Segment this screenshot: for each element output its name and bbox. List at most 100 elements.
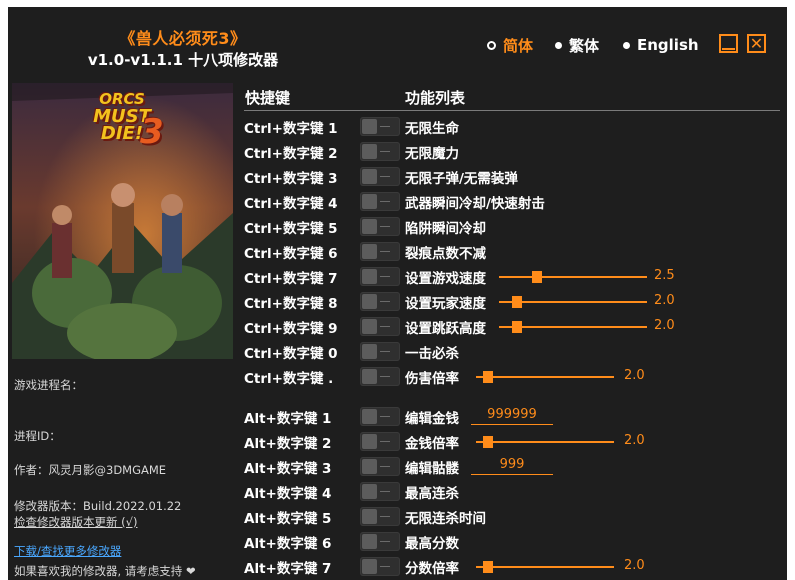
slider-value: 2.0 — [654, 293, 675, 308]
feature-label: 设置游戏速度 — [405, 271, 486, 287]
toggle-knob — [362, 169, 377, 184]
value-input[interactable]: 999 — [471, 457, 553, 475]
cheat-row: Ctrl+数字键 0 一击必杀 — [244, 340, 784, 362]
value-input[interactable]: 999999 — [471, 407, 553, 425]
toggle-track — [380, 491, 390, 492]
cheat-row: Ctrl+数字键 6 裂痕点数不减 — [244, 240, 784, 262]
hotkey-label: Alt+数字键 5 — [244, 511, 332, 527]
cheat-toggle[interactable] — [360, 317, 400, 336]
feature-label: 陷阱瞬间冷却 — [405, 221, 486, 237]
close-button[interactable]: ✕ — [747, 34, 766, 53]
feature-label: 设置玩家速度 — [405, 296, 486, 312]
cheat-row: Alt+数字键 7 分数倍率 2.0 — [244, 555, 784, 577]
cheat-row: Alt+数字键 3 编辑骷髅 999 — [244, 455, 784, 477]
value-slider[interactable] — [499, 321, 647, 333]
version-label: 修改器版本：Build.2022.01.22 — [14, 499, 182, 513]
cheat-row: Ctrl+数字键 2 无限魔力 — [244, 140, 784, 162]
slider-thumb[interactable] — [532, 271, 543, 283]
toggle-track — [380, 516, 390, 517]
radio-dot-icon — [555, 41, 562, 49]
minimize-button[interactable] — [719, 34, 738, 53]
value-slider[interactable] — [476, 561, 614, 573]
hotkey-label: Ctrl+数字键 0 — [244, 346, 338, 362]
toggle-knob — [362, 509, 377, 524]
hotkey-label: Ctrl+数字键 7 — [244, 271, 338, 287]
hotkey-label: Ctrl+数字键 6 — [244, 246, 338, 262]
cheat-row: Alt+数字键 5 无限连杀时间 — [244, 505, 784, 527]
toggle-knob — [362, 319, 377, 334]
lang-simplified-option[interactable]: 简体 — [487, 35, 533, 55]
cheat-toggle[interactable] — [360, 532, 400, 551]
feature-label: 最高连杀 — [405, 486, 459, 502]
toggle-track — [380, 416, 390, 417]
cheat-toggle[interactable] — [360, 167, 400, 186]
check-update-link[interactable]: 检查修改器版本更新 (√) — [14, 514, 137, 530]
cheat-row: Alt+数字键 1 编辑金钱 999999 — [244, 405, 784, 427]
cheat-row: Ctrl+数字键 8 设置玩家速度 2.0 — [244, 290, 784, 312]
cheat-toggle[interactable] — [360, 242, 400, 261]
toggle-knob — [362, 269, 377, 284]
toggle-knob — [362, 459, 377, 474]
slider-thumb[interactable] — [511, 321, 522, 333]
cheat-row: Ctrl+数字键 3 无限子弹/无需装弹 — [244, 165, 784, 187]
toggle-track — [380, 201, 390, 202]
hotkey-label: Ctrl+数字键 4 — [244, 196, 338, 212]
toggle-knob — [362, 144, 377, 159]
hotkey-label: Alt+数字键 1 — [244, 411, 332, 427]
hotkey-label: Ctrl+数字键 9 — [244, 321, 338, 337]
cheat-toggle[interactable] — [360, 432, 400, 451]
slider-thumb[interactable] — [511, 296, 522, 308]
toggle-track — [380, 541, 390, 542]
cheat-toggle[interactable] — [360, 507, 400, 526]
cheat-row: Alt+数字键 2 金钱倍率 2.0 — [244, 430, 784, 452]
cheat-toggle[interactable] — [360, 482, 400, 501]
toggle-knob — [362, 534, 377, 549]
slider-thumb[interactable] — [483, 371, 494, 383]
cheat-row: Ctrl+数字键 7 设置游戏速度 2.5 — [244, 265, 784, 287]
toggle-track — [380, 251, 390, 252]
value-slider[interactable] — [476, 436, 614, 448]
lang-english-option[interactable]: English — [623, 35, 699, 55]
feature-label: 无限生命 — [405, 121, 459, 137]
feature-label: 一击必杀 — [405, 346, 459, 362]
cheat-toggle[interactable] — [360, 267, 400, 286]
value-slider[interactable] — [499, 296, 647, 308]
cheat-toggle[interactable] — [360, 292, 400, 311]
cheat-row: Ctrl+数字键 4 武器瞬间冷却/快速射击 — [244, 190, 784, 212]
slider-thumb[interactable] — [483, 561, 494, 573]
toggle-knob — [362, 409, 377, 424]
hotkey-column-header: 快捷键 — [245, 89, 291, 107]
toggle-track — [380, 176, 390, 177]
cheat-toggle[interactable] — [360, 557, 400, 576]
feature-column-header: 功能列表 — [405, 89, 466, 107]
process-id-label: 进程ID： — [14, 429, 61, 443]
cheat-toggle[interactable] — [360, 142, 400, 161]
slider-thumb[interactable] — [483, 436, 494, 448]
toggle-knob — [362, 294, 377, 309]
download-more-link[interactable]: 下载/查找更多修改器 — [14, 543, 121, 559]
value-slider[interactable] — [499, 271, 647, 283]
toggle-track — [380, 376, 390, 377]
toggle-track — [380, 466, 390, 467]
feature-label: 裂痕点数不减 — [405, 246, 486, 262]
radio-selected-icon — [487, 40, 496, 50]
cheat-toggle[interactable] — [360, 367, 400, 386]
cheat-toggle[interactable] — [360, 117, 400, 136]
slider-value: 2.0 — [624, 433, 645, 448]
cheat-toggle[interactable] — [360, 457, 400, 476]
value-slider[interactable] — [476, 371, 614, 383]
cheat-toggle[interactable] — [360, 217, 400, 236]
feature-label: 编辑金钱 — [405, 411, 459, 427]
feature-label: 无限连杀时间 — [405, 511, 486, 527]
cheat-toggle[interactable] — [360, 342, 400, 361]
cheat-row: Alt+数字键 6 最高分数 — [244, 530, 784, 552]
hotkey-label: Ctrl+数字键 2 — [244, 146, 338, 162]
cheat-toggle[interactable] — [360, 407, 400, 426]
toggle-track — [380, 441, 390, 442]
cheat-toggle[interactable] — [360, 192, 400, 211]
feature-label: 无限子弹/无需装弹 — [405, 171, 518, 187]
hotkey-label: Alt+数字键 2 — [244, 436, 332, 452]
slider-value: 2.0 — [654, 318, 675, 333]
lang-traditional-option[interactable]: 繁体 — [555, 35, 599, 55]
toggle-knob — [362, 119, 377, 134]
